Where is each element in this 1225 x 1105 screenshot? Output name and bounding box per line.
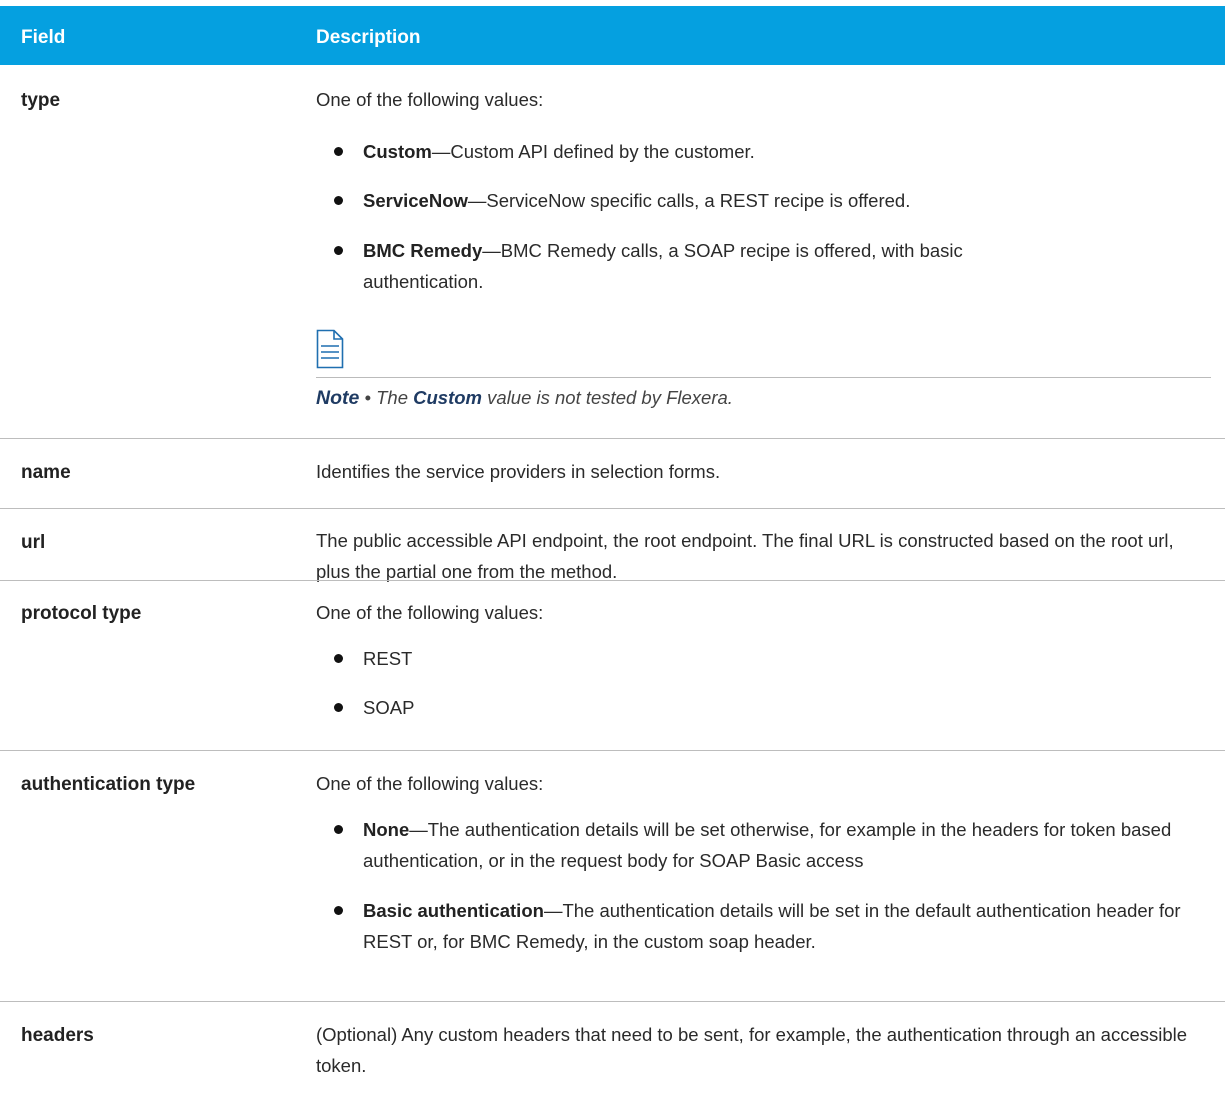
bullet-dot: [334, 147, 343, 156]
header-field: Field: [21, 27, 66, 48]
note-divider: [316, 377, 1211, 378]
table-header: Field Description: [0, 6, 1225, 65]
bullet-text: —Custom API defined by the customer.: [431, 141, 755, 162]
field-url: url: [21, 532, 46, 553]
row-divider: [0, 750, 1225, 751]
bullet-dot: [334, 196, 343, 205]
url-description: The public accessible API endpoint, the …: [316, 530, 1174, 582]
field-name: name: [21, 462, 71, 483]
bullet-term: BMC Remedy: [363, 240, 483, 261]
bullet-term: Basic authentication: [363, 900, 544, 921]
headers-description: (Optional) Any custom headers that need …: [316, 1024, 1188, 1076]
bullet-text: —The authentication details will be set …: [363, 819, 1172, 871]
row-divider: [0, 1001, 1225, 1002]
field-authentication-type: authentication type: [21, 774, 196, 795]
bullet-dot: [334, 654, 343, 663]
bullet-text: SOAP: [363, 697, 415, 718]
bullet-text: REST: [363, 648, 413, 669]
protocol-intro: One of the following values:: [316, 602, 544, 623]
row-divider: [0, 580, 1225, 581]
bullet-term: None: [363, 819, 410, 840]
field-headers: headers: [21, 1025, 94, 1046]
header-description: Description: [316, 27, 421, 48]
bullet-dot: [334, 703, 343, 712]
name-description: Identifies the service providers in sele…: [316, 461, 721, 482]
field-type: type: [21, 90, 61, 111]
field-protocol-type: protocol type: [21, 603, 142, 624]
note-emphasis: Custom: [413, 387, 483, 408]
bullet-term: ServiceNow: [363, 190, 468, 211]
note-document-icon: [316, 329, 344, 374]
bullet-dot: [334, 246, 343, 255]
bullet-text: —ServiceNow specific calls, a REST recip…: [467, 190, 911, 211]
note-text: Note • The Custom value is not tested by…: [316, 387, 733, 409]
row-divider: [0, 438, 1225, 439]
note-label: Note: [316, 387, 360, 409]
bullet-term: Custom: [363, 141, 432, 162]
bullet-dot: [334, 825, 343, 834]
bullet-dot: [334, 906, 343, 915]
auth-intro: One of the following values:: [316, 773, 544, 794]
row-divider: [0, 508, 1225, 509]
type-intro: One of the following values:: [316, 89, 544, 110]
